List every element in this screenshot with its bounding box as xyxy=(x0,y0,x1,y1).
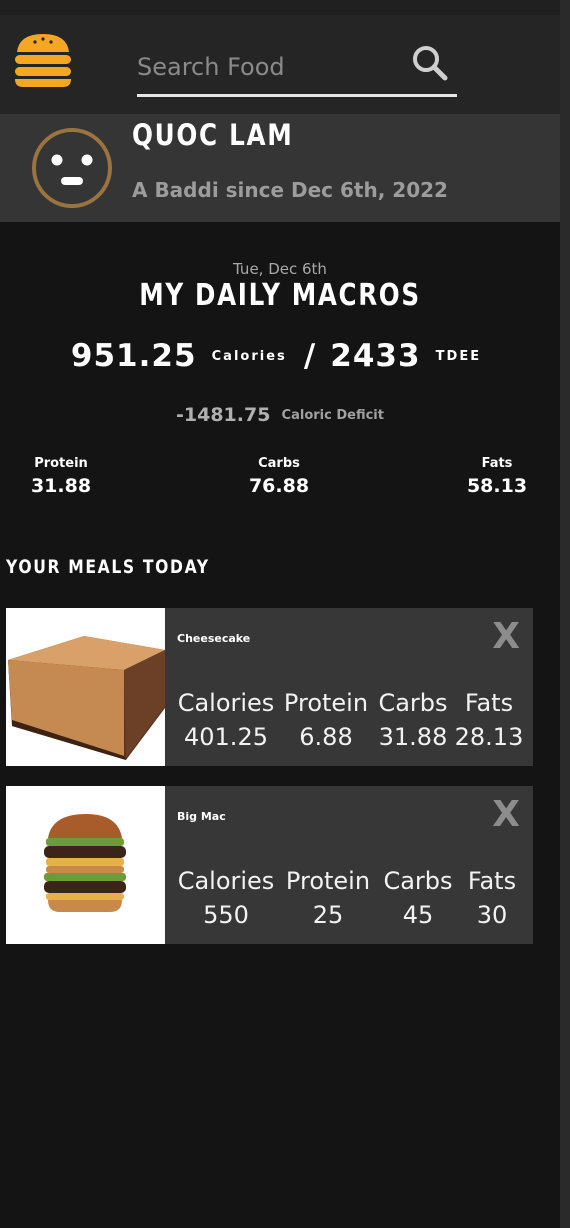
stat-label: Protein xyxy=(283,689,369,717)
macro-protein: Protein 31.88 xyxy=(1,456,121,497)
deficit-label: Caloric Deficit xyxy=(281,407,384,423)
meal-stat-fats: Fats 28.13 xyxy=(439,686,539,754)
stat-value: 28.13 xyxy=(454,723,524,751)
stat-value: 25 xyxy=(312,901,344,929)
calories-separator: / xyxy=(303,338,316,374)
scrollbar[interactable] xyxy=(560,0,570,1228)
meal-stat-fats: Fats 30 xyxy=(442,864,542,932)
meal-card: Big Mac X Calories 550 Protein 25 Carbs … xyxy=(6,786,533,944)
meal-stat-protein: Protein 25 xyxy=(278,864,378,932)
remove-meal-button[interactable]: X xyxy=(492,794,520,835)
calorie-summary: 951.25 Calories / 2433 TDEE xyxy=(0,338,560,382)
stat-label: Calories xyxy=(177,689,275,717)
macro-label: Fats xyxy=(481,456,513,471)
top-strip xyxy=(0,0,560,15)
neutral-face-icon[interactable] xyxy=(31,127,113,209)
search-bar xyxy=(137,43,457,97)
stat-label: Calories xyxy=(177,867,275,895)
deficit-summary: -1481.75 Caloric Deficit xyxy=(0,404,560,426)
search-input[interactable] xyxy=(137,49,397,85)
stat-value: 401.25 xyxy=(184,723,268,751)
calories-value: 951.25 xyxy=(70,338,197,374)
tdee-label: TDEE xyxy=(435,348,482,364)
calories-label: Calories xyxy=(211,348,287,364)
meal-stat-calories: Calories 401.25 xyxy=(176,686,276,754)
meal-card: Cheesecake X Calories 401.25 Protein 6.8… xyxy=(6,608,533,766)
remove-meal-button[interactable]: X xyxy=(492,616,520,657)
macro-label: Protein xyxy=(34,456,88,471)
macro-label: Carbs xyxy=(258,456,300,471)
deficit-value: -1481.75 xyxy=(176,404,271,426)
macro-carbs: Carbs 76.88 xyxy=(219,456,339,497)
macro-value: 31.88 xyxy=(30,475,92,497)
user-name: Quoc Lam xyxy=(132,118,294,152)
stat-label: Fats xyxy=(467,867,517,895)
stat-value: 6.88 xyxy=(299,723,353,751)
stat-value: 30 xyxy=(476,901,508,929)
macro-value: 58.13 xyxy=(466,475,528,497)
meal-name: Cheesecake xyxy=(177,632,251,645)
magnifier-icon[interactable] xyxy=(410,43,450,83)
meal-stat-protein: Protein 6.88 xyxy=(276,686,376,754)
macro-fats: Fats 58.13 xyxy=(437,456,557,497)
member-since: A Baddi since Dec 6th, 2022 xyxy=(132,178,448,202)
stat-label: Fats xyxy=(464,689,514,717)
daily-macros-title: My Daily Macros xyxy=(139,278,421,313)
date-label: Tue, Dec 6th xyxy=(233,260,327,278)
stat-value: 550 xyxy=(203,901,249,929)
burger-icon[interactable] xyxy=(13,32,73,89)
cheesecake-photo xyxy=(6,608,165,766)
tdee-value: 2433 xyxy=(330,338,421,374)
meal-name: Big Mac xyxy=(177,810,226,823)
profile-bar: Quoc Lam A Baddi since Dec 6th, 2022 xyxy=(0,114,560,222)
big-mac-photo xyxy=(6,786,165,944)
stat-label: Protein xyxy=(285,867,371,895)
macro-value: 76.88 xyxy=(248,475,310,497)
meals-section-title: Your Meals Today xyxy=(6,556,210,578)
meal-stat-calories: Calories 550 xyxy=(176,864,276,932)
navbar xyxy=(0,15,560,114)
